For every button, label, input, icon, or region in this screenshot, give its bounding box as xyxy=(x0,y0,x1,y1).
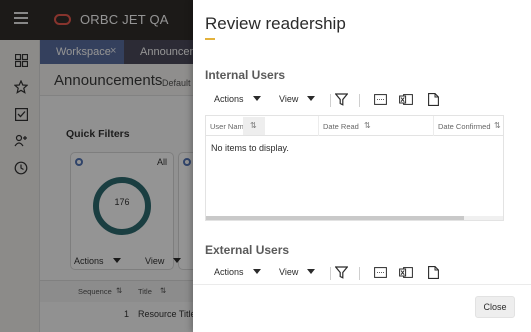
toolbar-separator xyxy=(359,267,360,280)
column-label: Date Read xyxy=(323,122,359,131)
toolbar-separator xyxy=(359,94,360,107)
column-header-date-confirmed[interactable]: Date Confirmed ⇅ xyxy=(434,116,503,136)
toolbar-separator xyxy=(330,267,331,280)
filter-icon[interactable] xyxy=(333,264,349,280)
chevron-down-icon xyxy=(252,269,261,274)
drawer-title: Review readership xyxy=(205,14,346,33)
close-button[interactable]: Close xyxy=(475,296,515,318)
freeze-icon[interactable] xyxy=(372,264,388,280)
column-label: Date Confirmed xyxy=(438,122,491,131)
chevron-down-icon xyxy=(252,96,261,101)
internal-toolbar: Actions View xyxy=(205,91,515,111)
external-toolbar: Actions View xyxy=(205,264,515,284)
view-label: View xyxy=(279,94,299,104)
internal-users-table: User Name ⇅ Date Read ⇅ Date Confirmed ⇅… xyxy=(205,115,504,221)
internal-actions-menu[interactable]: Actions xyxy=(214,94,261,104)
scrollbar-thumb[interactable] xyxy=(206,216,464,220)
document-icon[interactable] xyxy=(425,91,441,107)
chevron-down-icon xyxy=(307,96,316,101)
document-icon[interactable] xyxy=(425,264,441,280)
external-users-heading: External Users xyxy=(205,243,290,257)
internal-view-menu[interactable]: View xyxy=(279,94,316,104)
horizontal-scrollbar[interactable] xyxy=(206,216,503,220)
actions-label: Actions xyxy=(214,94,244,104)
chevron-down-icon xyxy=(307,269,316,274)
review-readership-drawer: Review readership Internal Users Actions… xyxy=(193,0,531,332)
column-header-date-read[interactable]: Date Read ⇅ xyxy=(319,116,434,136)
empty-table-message: No items to display. xyxy=(211,143,289,153)
title-accent xyxy=(205,38,215,40)
drawer-footer: Close xyxy=(193,284,531,332)
toolbar-separator xyxy=(330,94,331,107)
sort-icon[interactable]: ⇅ xyxy=(250,121,257,130)
external-view-menu[interactable]: View xyxy=(279,267,316,277)
actions-label: Actions xyxy=(214,267,244,277)
excel-icon[interactable] xyxy=(398,264,414,280)
table-header: User Name ⇅ Date Read ⇅ Date Confirmed ⇅ xyxy=(206,116,503,136)
sort-icon[interactable]: ⇅ xyxy=(364,121,371,130)
internal-users-heading: Internal Users xyxy=(205,68,286,82)
view-label: View xyxy=(279,267,299,277)
excel-icon[interactable] xyxy=(398,91,414,107)
freeze-icon[interactable] xyxy=(372,91,388,107)
sort-icon[interactable]: ⇅ xyxy=(494,121,501,130)
column-header-user-name[interactable]: User Name ⇅ xyxy=(206,116,319,136)
filter-icon[interactable] xyxy=(333,91,349,107)
external-actions-menu[interactable]: Actions xyxy=(214,267,261,277)
